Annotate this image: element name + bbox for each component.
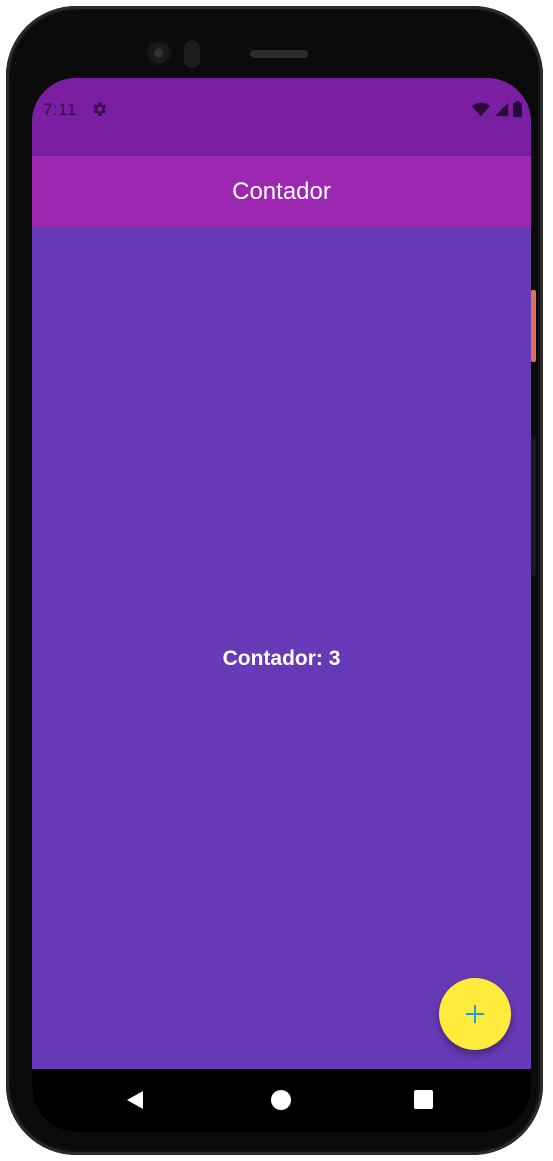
- power-button[interactable]: [531, 290, 536, 362]
- phone-frame: 7:11 Contador Contador: 3: [6, 6, 543, 1155]
- status-bar: 7:11: [32, 78, 531, 156]
- navigation-bar: [32, 1069, 531, 1132]
- screen: 7:11 Contador Contador: 3: [32, 78, 531, 1132]
- counter-label: Contador: 3: [222, 647, 341, 670]
- volume-button[interactable]: [531, 436, 536, 576]
- content-area: Contador: 3: [32, 227, 531, 1069]
- app-title: Contador: [232, 177, 331, 205]
- earpiece-speaker: [250, 50, 308, 58]
- recents-icon[interactable]: [414, 1090, 433, 1109]
- home-icon[interactable]: [271, 1090, 291, 1110]
- back-icon[interactable]: [125, 1090, 145, 1110]
- plus-icon: [466, 1005, 484, 1023]
- battery-icon: [513, 101, 522, 117]
- wifi-icon: [472, 102, 490, 116]
- cellular-signal-icon: [494, 102, 509, 116]
- increment-fab-button[interactable]: [439, 978, 511, 1050]
- status-icons: [472, 101, 522, 117]
- front-camera: [146, 40, 172, 66]
- proximity-sensor: [184, 40, 200, 68]
- settings-icon: [93, 102, 107, 116]
- app-bar: Contador: [32, 156, 531, 227]
- status-time: 7:11: [43, 100, 77, 119]
